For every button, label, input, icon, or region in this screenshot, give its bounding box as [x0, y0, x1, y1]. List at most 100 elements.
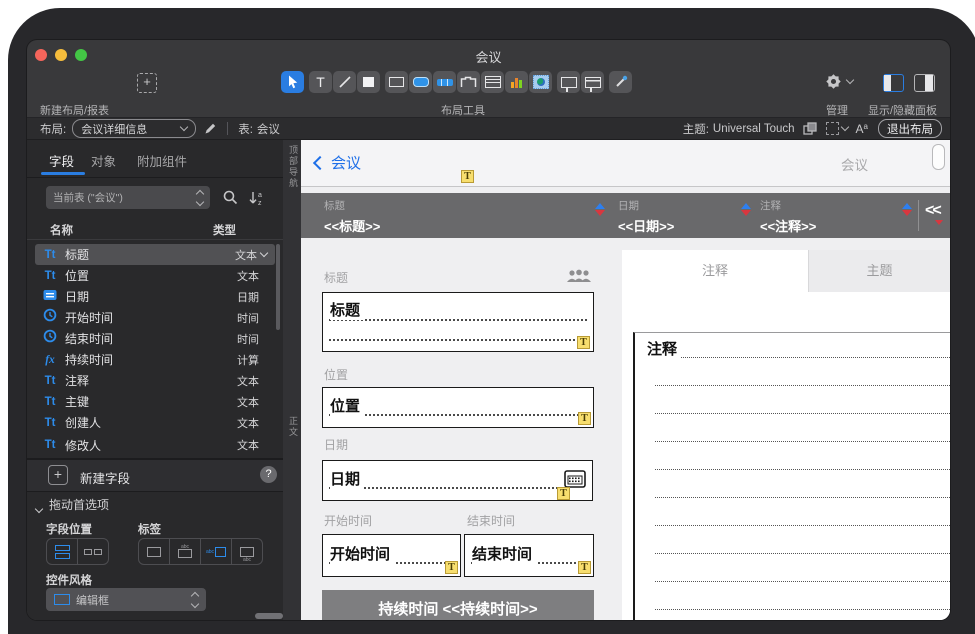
inline-fields-icon: [84, 549, 102, 555]
field-icon: [389, 77, 404, 87]
field-row-title[interactable]: Tt 标题 文本: [35, 244, 275, 265]
text-tool-button[interactable]: T: [309, 71, 332, 93]
title-field[interactable]: 标题 T: [322, 292, 594, 352]
control-style-selector[interactable]: 编辑框: [46, 588, 206, 611]
exit-layout-button[interactable]: 退出布局: [878, 119, 942, 138]
pointer-tool-button[interactable]: [281, 71, 304, 93]
chart-tool-button[interactable]: [505, 71, 528, 93]
control-style-value: 编辑框: [76, 592, 186, 608]
field-position-group: [46, 538, 109, 565]
help-button[interactable]: ?: [260, 466, 277, 483]
current-table-selector[interactable]: 当前表 ("会议"): [46, 186, 210, 209]
toggle-right-panel-button[interactable]: [914, 74, 935, 92]
sort-az-icon[interactable]: az: [248, 190, 266, 206]
end-time-field[interactable]: 结束时间 T: [464, 534, 594, 577]
top-navigation-part[interactable]: 会议 会议 T: [301, 140, 950, 187]
tab-objects[interactable]: 对象: [91, 151, 116, 170]
location-field-value: 位置: [330, 395, 364, 416]
text-object-badge: T: [578, 561, 591, 574]
field-tool-button[interactable]: [385, 71, 408, 93]
date-field-label[interactable]: 日期: [324, 436, 348, 453]
back-button[interactable]: 会议: [315, 152, 361, 173]
line-tool-button[interactable]: [333, 71, 356, 93]
notes-field[interactable]: 注释: [633, 332, 950, 620]
web-viewer-tool-button[interactable]: [529, 71, 552, 93]
layout-selector[interactable]: 会议详细信息: [72, 119, 196, 138]
field-row-created-by[interactable]: Tt 创建人 文本: [35, 412, 275, 433]
end-time-label[interactable]: 结束时间: [467, 512, 515, 529]
field-row-date[interactable]: 日期 日期: [35, 286, 275, 307]
selection-style-button[interactable]: [826, 122, 848, 135]
start-time-field[interactable]: 开始时间 T: [322, 534, 461, 577]
screenshot-stage: 会议 + 新建布局/报表 T: [0, 0, 975, 634]
field-row-duration[interactable]: fx 持续时间 计算: [35, 349, 275, 370]
label-above-option[interactable]: abc: [170, 539, 201, 564]
field-row-notes[interactable]: Tt 注释 文本: [35, 370, 275, 391]
tab-topic[interactable]: 主题: [808, 250, 950, 292]
tab-notes[interactable]: 注释: [622, 250, 808, 292]
add-field-button[interactable]: +: [48, 465, 68, 485]
duration-bar[interactable]: 持续时间 <<持续时间>>: [322, 590, 594, 620]
search-icon[interactable]: [223, 190, 238, 205]
tab-addons[interactable]: 附加组件: [137, 151, 187, 170]
tab-fields-underline: [41, 172, 85, 175]
edit-layout-pencil-icon[interactable]: [204, 122, 217, 135]
tab-control-tool-button[interactable]: [457, 71, 480, 93]
text-format-button[interactable]: Aa: [856, 122, 868, 136]
chart-icon: [511, 77, 522, 88]
field-row-end-time[interactable]: 结束时间 时间: [35, 328, 275, 349]
attendees-icon[interactable]: [567, 269, 591, 283]
popover-tool-button[interactable]: [557, 71, 580, 93]
label-left-icon: abc: [206, 547, 226, 557]
part-label-body[interactable]: 正文: [287, 416, 300, 438]
start-time-label[interactable]: 开始时间: [324, 512, 372, 529]
field-row-primary-key[interactable]: Tt 主键 文本: [35, 391, 275, 412]
new-field-row[interactable]: + 新建字段 ?: [27, 458, 283, 492]
collapse-control[interactable]: <<: [925, 202, 940, 220]
format-painter-tool-button[interactable]: [609, 71, 632, 93]
left-panel-icon: [884, 75, 891, 91]
tab-control-icon: [460, 76, 477, 88]
header-col-title[interactable]: 标题 <<标题>>: [324, 198, 380, 235]
location-field[interactable]: 位置 T: [322, 387, 594, 428]
field-row-modified-by[interactable]: Tt 修改人 文本: [35, 433, 275, 457]
portal-tool-button[interactable]: [481, 71, 504, 93]
part-label-strip: 顶部导航 正文: [283, 140, 302, 620]
part-label-top-navigation[interactable]: 顶部导航: [287, 145, 300, 189]
calendar-picker-icon[interactable]: [564, 469, 586, 489]
list-header-band[interactable]: 标题 <<标题>> 日期 <<日期>> 注释 <<注释>> <<: [301, 193, 950, 238]
duplicate-theme-icon[interactable]: [803, 122, 818, 136]
text-field-icon: Tt: [35, 375, 65, 387]
header-col-date[interactable]: 日期 <<日期>>: [618, 198, 674, 235]
header-col-notes[interactable]: 注释 <<注释>>: [760, 198, 816, 235]
list-scrollbar[interactable]: [276, 244, 280, 330]
rectangle-tool-button[interactable]: [357, 71, 380, 93]
date-field[interactable]: 日期 T: [322, 460, 593, 501]
field-position-stacked-option[interactable]: [47, 539, 78, 564]
label-left-option[interactable]: abc: [201, 539, 232, 564]
calendar-field-icon: [35, 288, 65, 306]
location-field-label[interactable]: 位置: [324, 366, 348, 383]
button-bar-tool-button[interactable]: [433, 71, 456, 93]
clock-field-icon: [35, 329, 65, 348]
divider: [27, 239, 283, 240]
label-inside-option[interactable]: abc: [232, 539, 262, 564]
slide-panel-tool-button[interactable]: [581, 71, 604, 93]
title-field-label[interactable]: 标题: [324, 269, 348, 286]
chevron-down-icon[interactable]: [260, 249, 268, 257]
tab-fields[interactable]: 字段: [49, 151, 74, 170]
exit-layout-label: 退出布局: [887, 121, 933, 137]
new-layout-button[interactable]: +: [137, 73, 157, 93]
plus-icon: +: [143, 74, 151, 89]
canvas-scrollbar[interactable]: [932, 144, 945, 170]
manage-menu-button[interactable]: [825, 73, 853, 90]
field-position-inline-option[interactable]: [78, 539, 108, 564]
right-panel-icon: [925, 75, 933, 91]
field-row-start-time[interactable]: 开始时间 时间: [35, 307, 275, 328]
drag-prefs-disclosure[interactable]: [36, 499, 42, 517]
field-row-location[interactable]: Tt 位置 文本: [35, 265, 275, 286]
horizontal-scrollbar[interactable]: [255, 613, 283, 619]
toggle-left-panel-button[interactable]: [883, 74, 904, 92]
button-tool-button[interactable]: [409, 71, 432, 93]
label-none-option[interactable]: [139, 539, 170, 564]
